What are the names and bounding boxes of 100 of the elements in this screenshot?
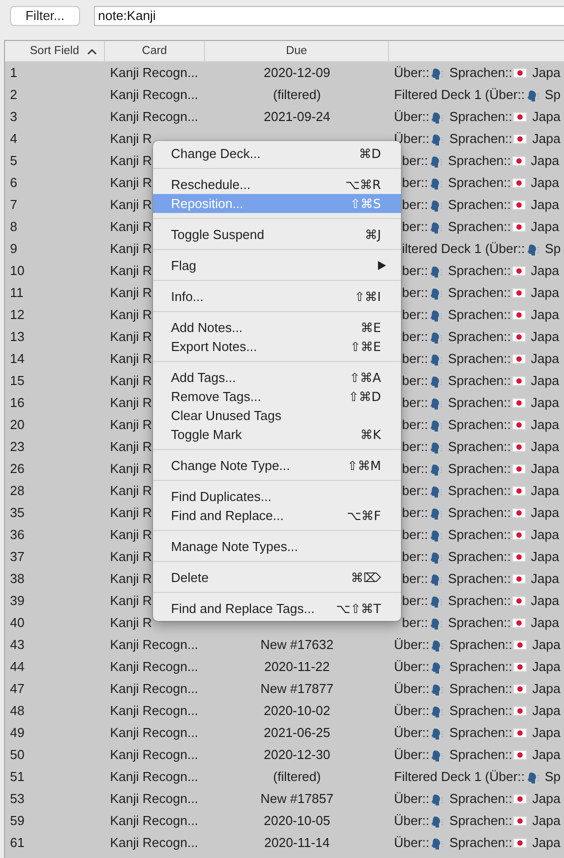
- menu-item[interactable]: Toggle Mark ⌘K: [153, 425, 401, 444]
- deck-text: Sprachen::: [449, 724, 512, 742]
- deck-text: Über::: [394, 658, 430, 676]
- deck-text: Japa: [530, 438, 560, 456]
- menu-item[interactable]: Delete ⌘⌦: [153, 568, 401, 587]
- table-cell-text: Kanji R: [110, 174, 152, 192]
- menu-item[interactable]: Find Duplicates...: [153, 487, 401, 506]
- deck-text: Sprachen::: [449, 834, 512, 852]
- deck-text: ber::: [402, 570, 428, 588]
- speaking-head-icon: [429, 506, 444, 520]
- deck-text: Über::: [394, 746, 430, 764]
- deck-text: Sprachen::: [448, 460, 511, 478]
- menu-item[interactable]: Flag: [153, 256, 401, 275]
- table-cell-text: Kanji Recogn...: [110, 790, 198, 808]
- table-cell-text: New #17877: [260, 680, 334, 698]
- menu-item[interactable]: Add Tags... ⇧⌘A: [153, 368, 401, 387]
- deck-text: Japa: [530, 196, 560, 214]
- table-cell-text: 20: [10, 416, 24, 434]
- flag-icon: [513, 67, 528, 79]
- deck-text: Japa: [530, 460, 560, 478]
- table-cell-text: 14: [10, 350, 24, 368]
- table-cell-text: 2: [10, 86, 18, 104]
- deck-text: Sprachen::: [448, 548, 511, 566]
- table-cell-text: Kanji Recogn...: [110, 834, 198, 852]
- table-cell-text: Kanji R: [110, 152, 152, 170]
- menu-item[interactable]: Find and Replace Tags... ⌥⇧⌘T: [153, 599, 401, 618]
- flag-icon: [512, 595, 526, 607]
- table-cell-text: 2020-12-30: [262, 746, 332, 764]
- flag-icon: [512, 155, 526, 167]
- column-header[interactable]: Sort Field: [5, 41, 105, 61]
- menu-item[interactable]: Export Notes... ⇧⌘E: [153, 337, 401, 356]
- deck-text: Japa: [530, 328, 560, 346]
- speaking-head-icon: [429, 440, 444, 454]
- deck-text: ber::: [402, 262, 428, 280]
- speaking-head-icon: [429, 594, 444, 608]
- menu-item[interactable]: Reschedule... ⌥⌘R: [153, 175, 401, 194]
- deck-text: Japa: [530, 372, 560, 390]
- speaking-head-icon: [430, 682, 444, 696]
- table-cell-text: 13: [10, 328, 24, 346]
- deck-text: Japa: [530, 504, 560, 522]
- deck-text: Japa: [532, 130, 560, 148]
- table-cell-text: 44: [10, 658, 24, 676]
- speaking-head-icon: [429, 528, 444, 542]
- speaking-head-icon: [430, 132, 444, 146]
- menu-item[interactable]: Remove Tags... ⇧⌘D: [153, 387, 401, 406]
- menu-item[interactable]: Find and Replace... ⌥⌘F: [153, 506, 401, 525]
- deck-text: Japa: [532, 636, 560, 654]
- speaking-head-icon: [429, 154, 444, 168]
- deck-text: Japa: [530, 218, 560, 236]
- speaking-head-icon: [430, 836, 444, 850]
- deck-text: Sprachen::: [449, 64, 512, 82]
- deck-text: ber::: [402, 328, 428, 346]
- flag-icon: [512, 199, 526, 211]
- menu-item[interactable]: Manage Note Types...: [153, 537, 401, 556]
- column-header[interactable]: Due: [205, 41, 389, 61]
- menu-item[interactable]: Clear Unused Tags: [153, 406, 401, 425]
- deck-text: ber::: [402, 284, 428, 302]
- table-cell-text: 35: [10, 504, 24, 522]
- deck-text: Japa: [530, 262, 560, 280]
- deck-text: ber::: [402, 438, 428, 456]
- deck-text: Sprachen::: [448, 328, 511, 346]
- flag-icon: [513, 133, 528, 145]
- deck-text: Japa: [532, 702, 560, 720]
- speaking-head-icon: [526, 242, 540, 256]
- menu-item[interactable]: Add Notes... ⌘E: [153, 318, 401, 337]
- deck-text: Sprachen::: [449, 680, 512, 698]
- deck-text: Japa: [530, 350, 560, 368]
- deck-text: Über::: [394, 812, 430, 830]
- deck-text: Sprachen::: [449, 658, 512, 676]
- deck-text: Sp: [544, 240, 561, 258]
- menu-item[interactable]: Change Note Type... ⇧⌘M: [153, 456, 401, 475]
- deck-text: ber::: [402, 482, 428, 500]
- table-cell-text: 51: [10, 768, 24, 786]
- deck-text: Sprachen::: [449, 108, 512, 126]
- deck-text: ber::: [402, 174, 428, 192]
- deck-text: Sprachen::: [448, 416, 511, 434]
- table-cell-text: Kanji R: [110, 482, 152, 500]
- flag-icon: [512, 353, 526, 365]
- deck-text: Filtered Deck 1 (Über::: [394, 768, 525, 786]
- column-header[interactable]: Card: [105, 41, 205, 61]
- deck-text: Über::: [394, 724, 430, 742]
- search-field[interactable]: note:Kanji: [94, 6, 564, 26]
- column-header-label: Card: [142, 45, 167, 57]
- flag-icon: [512, 463, 526, 475]
- table-cell-text: Kanji R: [110, 548, 152, 566]
- flag-icon: [512, 441, 526, 453]
- table-cell-text: 37: [10, 548, 24, 566]
- deck-text: Sprachen::: [449, 636, 512, 654]
- flag-icon: [512, 287, 526, 299]
- deck-text: Über::: [394, 680, 430, 698]
- filter-button[interactable]: Filter...: [10, 6, 80, 26]
- menu-item[interactable]: Info... ⇧⌘I: [153, 287, 401, 306]
- menu-item[interactable]: Toggle Suspend ⌘J: [153, 225, 401, 244]
- deck-text: Japa: [530, 152, 560, 170]
- speaking-head-icon: [430, 660, 444, 674]
- deck-text: ber::: [402, 152, 428, 170]
- flag-icon: [513, 793, 528, 805]
- table-cell-text: 40: [10, 614, 24, 632]
- table-cell-text: 38: [10, 570, 24, 588]
- deck-text: Sprachen::: [448, 218, 511, 236]
